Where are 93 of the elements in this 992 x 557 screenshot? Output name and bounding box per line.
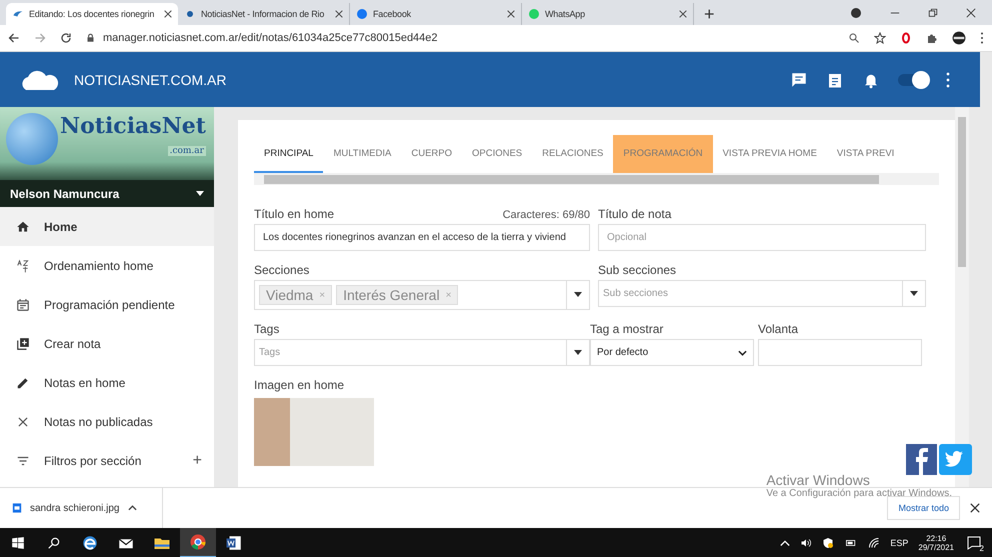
wifi-icon [868, 537, 880, 549]
editor-tab[interactable]: CUERPO [401, 135, 462, 173]
editor-tab[interactable]: MULTIMEDIA [323, 135, 402, 173]
brand-name: NOTICIASNET.COM.AR [74, 72, 226, 88]
back-icon [8, 32, 20, 44]
field-label: Imagen en home [254, 378, 344, 392]
browser-icon [81, 534, 99, 552]
favicon-icon [528, 8, 540, 20]
field-label: Volanta [758, 322, 798, 336]
close-icon [335, 10, 343, 18]
character-counter: Caracteres: 69/80 [502, 209, 590, 221]
zoom-icon [848, 32, 860, 44]
home-icon [16, 220, 30, 234]
close-icon [679, 10, 687, 18]
dropdown[interactable]: Por defecto [590, 339, 754, 366]
lock-icon [86, 33, 95, 43]
caret-icon [574, 350, 582, 356]
sidebar-item[interactable]: Filtros por sección + [0, 441, 214, 480]
logo-suffix: .com.ar [168, 146, 206, 156]
calendar-icon [16, 298, 30, 312]
sidebar-item[interactable]: Ordenamiento home [0, 246, 214, 285]
reload-icon [60, 32, 72, 44]
activation-notice-title: Activar Windows [766, 472, 871, 488]
sidebar-item[interactable]: Crear nota [0, 324, 214, 363]
field-label: Tag a mostrar [590, 322, 664, 336]
language-indicator[interactable]: ESP [890, 538, 908, 548]
message-icon [966, 535, 982, 551]
favicon-icon [356, 8, 368, 20]
caret-icon [910, 290, 918, 296]
forward-icon [34, 32, 46, 44]
logo-text: NoticiasNet [60, 113, 206, 139]
activation-notice-text: Ve a Configuración para activar Windows. [766, 488, 952, 499]
sidebar-item[interactable]: Notas en home [0, 363, 214, 402]
browser-tab[interactable]: Editando: Los docentes rionegrin [6, 3, 178, 25]
add-note-icon [16, 336, 30, 350]
user-name: Nelson Namuncura [10, 186, 120, 200]
vertical-scrollbar[interactable] [955, 107, 969, 487]
field-label: Tags [254, 322, 280, 336]
sidebar-item[interactable]: Home [0, 207, 214, 246]
show-all-button[interactable]: Mostrar todo [887, 496, 960, 520]
avatar-icon [952, 31, 966, 45]
field-label: Título de nota [598, 207, 672, 221]
download-file-name[interactable]: sandra schieroni.jpg [30, 502, 120, 514]
notification-button[interactable]: 2 [964, 533, 984, 553]
windows-start-icon [11, 536, 25, 550]
sort-icon [16, 258, 30, 272]
taskbar-app[interactable] [180, 528, 216, 557]
facebook-icon[interactable] [906, 444, 937, 475]
shield-icon [822, 537, 834, 549]
close-icon [507, 10, 515, 18]
star-icon [874, 32, 886, 44]
close-icon [164, 10, 172, 18]
editor-tab[interactable]: VISTA PREVIA HOME [712, 135, 827, 173]
horizontal-scrollbar[interactable] [254, 173, 939, 185]
field-label: Título en home [254, 207, 334, 221]
caret-up-icon [128, 505, 136, 511]
document-icon [225, 534, 243, 552]
profile-icon [850, 6, 862, 18]
chevron-icon [738, 350, 747, 356]
search-icon [47, 536, 61, 550]
field-label: Sub secciones [598, 263, 676, 277]
clock-time[interactable]: 22:16 [926, 534, 946, 543]
caret-up-icon [780, 539, 790, 547]
chat-icon [790, 70, 808, 88]
sidebar-item[interactable]: Notas no publicadas [0, 402, 214, 441]
editor-tab[interactable]: VISTA PREVI [826, 135, 904, 173]
favicon-icon [184, 8, 196, 20]
toggle-switch[interactable] [898, 74, 928, 86]
new-tab-button[interactable]: + [694, 3, 725, 25]
image-file-icon [12, 502, 22, 514]
more-icon [946, 72, 950, 88]
close-icon [970, 503, 980, 513]
editor-tab[interactable]: RELACIONES [532, 135, 614, 173]
restore-icon [928, 8, 938, 18]
puzzle-icon [926, 32, 938, 44]
sidebar-item[interactable]: Programación pendiente [0, 285, 214, 324]
chrome-icon [189, 533, 207, 551]
address-bar[interactable]: manager.noticiasnet.com.ar/edit/notas/61034a25ce77c80015ed44e2 [103, 32, 438, 44]
close-icon [966, 8, 976, 18]
close-icon [16, 414, 30, 428]
input-field[interactable] [758, 339, 922, 366]
caret-icon [574, 292, 582, 298]
field-label: Secciones [254, 263, 310, 277]
caret-icon [196, 191, 204, 196]
extension-icon [900, 32, 912, 44]
more-icon [980, 32, 984, 44]
pencil-icon [16, 376, 30, 390]
input-field[interactable]: Los docentes rionegrinos avanzan en el acceso de la tierra y viviend [254, 224, 590, 251]
globe-icon [6, 113, 58, 165]
clock-date[interactable]: 29/7/2021 [918, 543, 954, 552]
speaker-icon [800, 537, 812, 549]
editor-tab[interactable]: OPCIONES [462, 135, 532, 173]
twitter-icon[interactable] [939, 444, 972, 475]
